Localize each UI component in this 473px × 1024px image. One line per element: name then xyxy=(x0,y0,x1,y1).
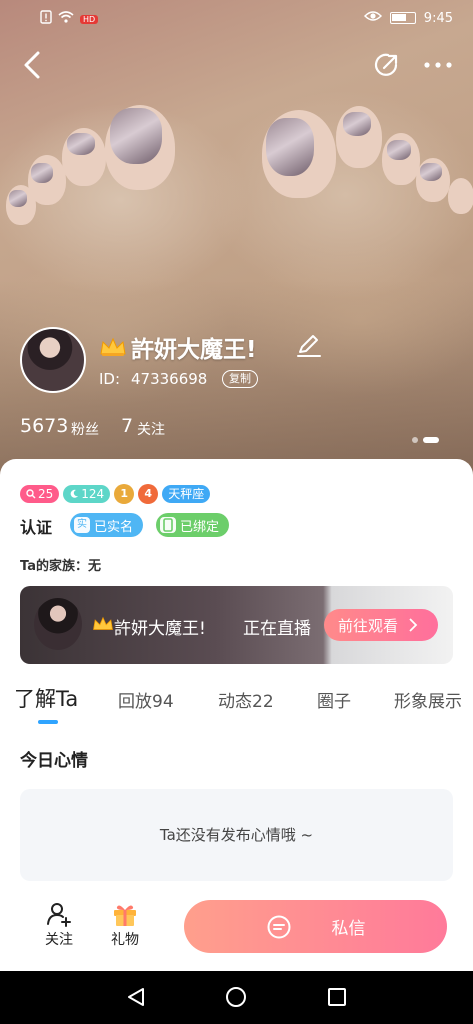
add-user-icon xyxy=(47,903,71,927)
live-banner[interactable]: 許妍大魔王! 正在直播 前往观看 xyxy=(20,586,453,664)
follow-button[interactable]: 关注 xyxy=(37,901,81,949)
gift-button[interactable]: 礼物 xyxy=(103,901,147,949)
message-label: 私信 xyxy=(331,919,366,939)
live-avatar xyxy=(34,598,82,650)
family-info: Ta的家族：无 xyxy=(20,559,101,574)
edit-icon[interactable] xyxy=(296,334,322,362)
profile-cover-image xyxy=(0,0,473,480)
more-dots-icon xyxy=(424,62,452,68)
tab-replay[interactable]: 回放94 xyxy=(118,687,174,712)
clock: 9:45 xyxy=(423,10,453,26)
square-recents-icon xyxy=(328,988,346,1006)
zodiac-badge: 天秤座 xyxy=(162,485,211,503)
battery-icon xyxy=(389,12,416,24)
tab-about[interactable]: 了解Ta xyxy=(14,683,78,713)
medal-icon: 4 xyxy=(138,484,159,504)
search-level-icon xyxy=(26,489,36,499)
chevron-right-icon xyxy=(409,618,418,632)
medal-icon: 1 xyxy=(114,484,135,504)
profile-tabs: 了解Ta 回放94 动态22 圈子 形象展示 xyxy=(0,681,473,724)
follow-label: 关注 xyxy=(45,932,73,948)
badge-row: 25 124 1 4 天秤座 xyxy=(20,484,211,504)
eye-icon xyxy=(363,10,382,26)
crown-icon xyxy=(99,336,127,362)
carousel-indicator xyxy=(412,437,439,443)
status-bar: HD 9:45 xyxy=(0,0,473,36)
back-button[interactable] xyxy=(18,48,48,82)
sim-alert-icon xyxy=(40,10,52,28)
live-status: 正在直播 xyxy=(243,619,311,639)
carousel-dot-active xyxy=(423,437,439,443)
phone-bound-badge: 已绑定 xyxy=(156,513,230,537)
watch-live-button[interactable]: 前往观看 xyxy=(324,609,438,641)
wifi-icon xyxy=(58,11,74,27)
tab-indicator xyxy=(38,720,58,724)
share-button[interactable] xyxy=(372,50,402,80)
nav-recents-button[interactable] xyxy=(326,986,348,1012)
tab-showcase[interactable]: 形象展示 xyxy=(394,687,462,712)
mood-title: 今日心情 xyxy=(20,751,88,771)
nav-home-button[interactable] xyxy=(225,986,247,1012)
certification-label: 认证 xyxy=(20,518,53,537)
more-button[interactable] xyxy=(420,50,456,80)
nickname: 許妍大魔王! xyxy=(131,337,257,363)
following-label[interactable]: 关注 xyxy=(137,419,165,439)
realname-badge: 实 已实名 xyxy=(70,513,144,537)
realname-text: 已实名 xyxy=(94,519,134,535)
gift-icon xyxy=(114,905,136,926)
hd-badge: HD xyxy=(80,14,99,24)
system-navigation-bar xyxy=(0,971,473,1024)
phone-bound-text: 已绑定 xyxy=(180,519,220,535)
realname-icon: 实 xyxy=(74,517,90,533)
triangle-back-icon xyxy=(128,988,144,1006)
circle-home-icon xyxy=(226,987,246,1007)
chat-bubble-icon xyxy=(267,915,290,938)
tab-circle[interactable]: 圈子 xyxy=(317,687,351,712)
id-label: ID: xyxy=(99,370,121,388)
wealth-badge: 124 xyxy=(63,485,111,503)
copy-id-button[interactable]: 复制 xyxy=(222,370,258,388)
moon-icon xyxy=(70,489,79,498)
crown-icon xyxy=(92,615,114,637)
fans-label[interactable]: 粉丝 xyxy=(71,419,99,439)
gift-label: 礼物 xyxy=(111,932,139,948)
message-button[interactable]: 私信 xyxy=(184,900,447,953)
bottom-action-bar: 关注 礼物 私信 xyxy=(0,889,473,971)
level-badge: 25 xyxy=(20,485,60,503)
phone-icon xyxy=(160,517,176,533)
mood-empty-state: Ta还没有发布心情哦 ~ xyxy=(20,789,453,881)
share-icon xyxy=(374,53,398,76)
following-count[interactable]: 7 xyxy=(121,415,133,437)
profile-card: 25 124 1 4 天秤座 认证 实 已实名 已绑定 Ta的家族：无 許妍大魔… xyxy=(0,459,473,899)
carousel-dot xyxy=(412,437,418,443)
level-badge-value: 25 xyxy=(38,487,54,501)
avatar[interactable] xyxy=(20,327,86,393)
id-value: 47336698 xyxy=(131,370,208,388)
fans-count[interactable]: 5673 xyxy=(20,415,68,437)
nav-back-button[interactable] xyxy=(125,986,147,1012)
live-name: 許妍大魔王! xyxy=(114,619,206,639)
chevron-left-icon xyxy=(24,51,40,79)
tab-posts[interactable]: 动态22 xyxy=(218,687,274,712)
wealth-badge-value: 124 xyxy=(81,487,105,501)
watch-live-label: 前往观看 xyxy=(338,616,399,635)
